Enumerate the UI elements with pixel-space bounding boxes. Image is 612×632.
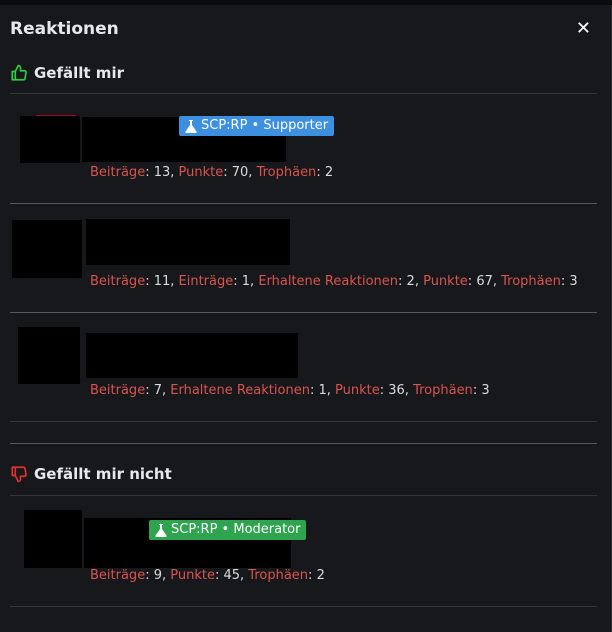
thumbs-down-icon [10, 465, 28, 483]
stat-key-reactions[interactable]: Erhaltene Reaktionen [258, 274, 398, 289]
divider [10, 312, 597, 313]
divider [10, 606, 597, 607]
thumbs-up-icon [10, 64, 28, 82]
divider [10, 203, 597, 204]
avatar[interactable] [24, 510, 82, 568]
stat-key-points[interactable]: Punkte [179, 165, 224, 180]
stat-key-points[interactable]: Punkte [170, 568, 215, 583]
user-title-badge: SCP:RP • Supporter [179, 116, 335, 136]
stat-key-posts[interactable]: Beiträge [90, 568, 145, 583]
flask-icon [185, 119, 197, 133]
stat-key-points[interactable]: Punkte [423, 274, 468, 289]
user-stats: Beiträge: 13, Punkte: 70, Trophäen: 2 [90, 165, 334, 180]
avatar[interactable] [12, 220, 82, 278]
username-link[interactable] [86, 333, 298, 378]
badge-label: SCP:RP • Moderator [171, 522, 301, 537]
stat-value: 13 [153, 165, 171, 180]
divider [10, 495, 597, 496]
section-heading-like: Gefällt mir [10, 64, 124, 82]
avatar[interactable] [20, 116, 80, 163]
stat-key-trophies[interactable]: Trophäen [257, 165, 317, 180]
section-heading-dislike: Gefällt mir nicht [10, 465, 172, 483]
stat-value: 2 [324, 165, 334, 180]
stat-value: 1 [241, 274, 251, 289]
user-stats: Beiträge: 11, Einträge: 1, Erhaltene Rea… [90, 274, 578, 289]
stat-value: 36 [388, 383, 405, 398]
divider [10, 93, 597, 94]
stat-value: 45 [223, 568, 241, 583]
stat-value: 11 [153, 274, 171, 289]
stat-value: 70 [231, 165, 249, 180]
stat-key-posts[interactable]: Beiträge [90, 383, 145, 398]
stat-key-trophies[interactable]: Trophäen [413, 383, 473, 398]
close-icon[interactable]: ✕ [576, 19, 591, 39]
dialog-title: Reaktionen [10, 19, 119, 39]
user-title-badge: SCP:RP • Moderator [149, 520, 307, 540]
stat-value: 1 [318, 383, 327, 398]
stat-key-trophies[interactable]: Trophäen [501, 274, 561, 289]
stat-value: 9 [153, 568, 162, 583]
stat-value: 3 [481, 383, 490, 398]
stat-value: 3 [569, 274, 578, 289]
user-stats: Beiträge: 9, Punkte: 45, Trophäen: 2 [90, 568, 325, 583]
section-heading-label: Gefällt mir [34, 64, 124, 82]
stat-key-trophies[interactable]: Trophäen [248, 568, 308, 583]
stat-value: 2 [316, 568, 325, 583]
stat-value: 67 [476, 274, 493, 289]
badge-label: SCP:RP • Supporter [201, 118, 329, 133]
stat-key-posts[interactable]: Beiträge [90, 274, 145, 289]
divider [10, 421, 597, 422]
stat-key-points[interactable]: Punkte [335, 383, 380, 398]
username-link[interactable] [86, 219, 290, 265]
section-heading-label: Gefällt mir nicht [34, 465, 172, 483]
avatar[interactable] [18, 327, 80, 384]
flask-icon [155, 523, 167, 537]
stat-key-reactions[interactable]: Erhaltene Reaktionen [170, 383, 310, 398]
reactions-dialog: Reaktionen ✕ Gefällt mir SCP:RP • Suppor… [0, 5, 612, 632]
stat-value: 7 [153, 383, 162, 398]
stat-key-posts[interactable]: Beiträge [90, 165, 145, 180]
stat-key-entries[interactable]: Einträge [179, 274, 234, 289]
divider [10, 443, 597, 444]
stat-value: 2 [406, 274, 415, 289]
user-stats: Beiträge: 7, Erhaltene Reaktionen: 1, Pu… [90, 383, 490, 398]
